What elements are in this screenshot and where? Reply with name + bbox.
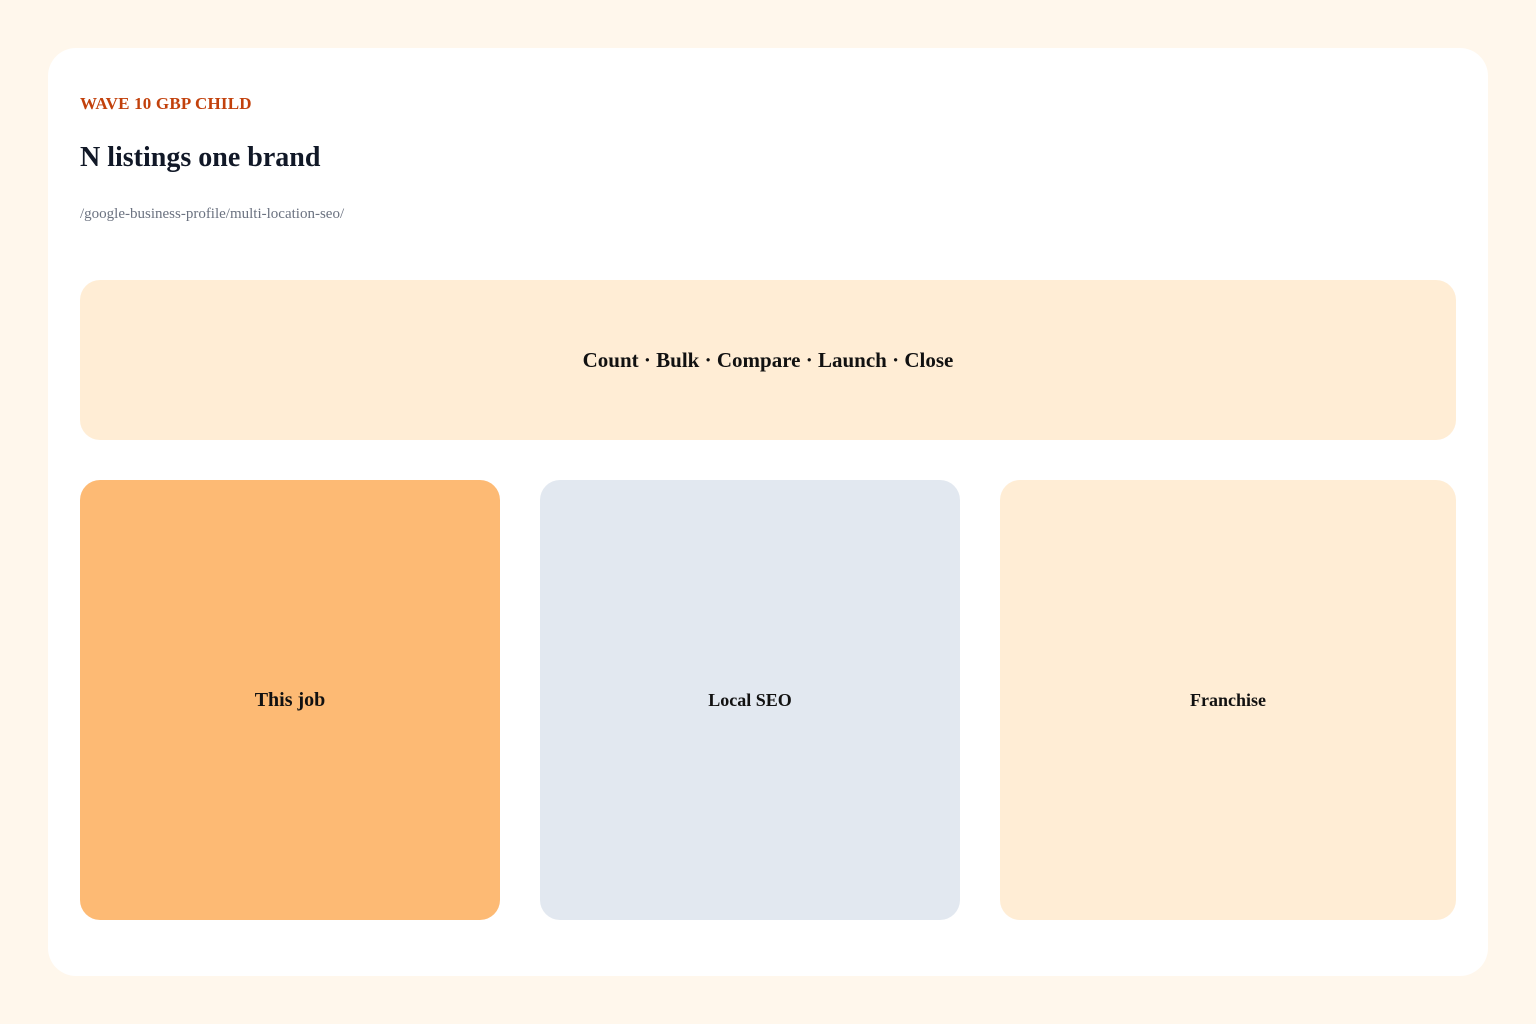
tile-label: Local SEO (708, 689, 792, 710)
eyebrow-label: WAVE 10 GBP CHILD (80, 94, 252, 113)
tile-label: This job (254, 688, 326, 711)
steps-banner: Count · Bulk · Compare · Launch · Close (80, 280, 1456, 440)
page-title: N listings one brand (80, 142, 321, 173)
url-path: /google-business-profile/multi-location-… (80, 206, 345, 222)
steps-banner-text: Count · Bulk · Compare · Launch · Close (582, 347, 954, 372)
tile-this-job[interactable]: This job (80, 480, 500, 920)
tile-franchise[interactable]: Franchise (1000, 480, 1456, 920)
tile-label: Franchise (1190, 689, 1266, 710)
tile-local-seo[interactable]: Local SEO (540, 480, 960, 920)
main-card: WAVE 10 GBP CHILD N listings one brand /… (48, 48, 1488, 976)
